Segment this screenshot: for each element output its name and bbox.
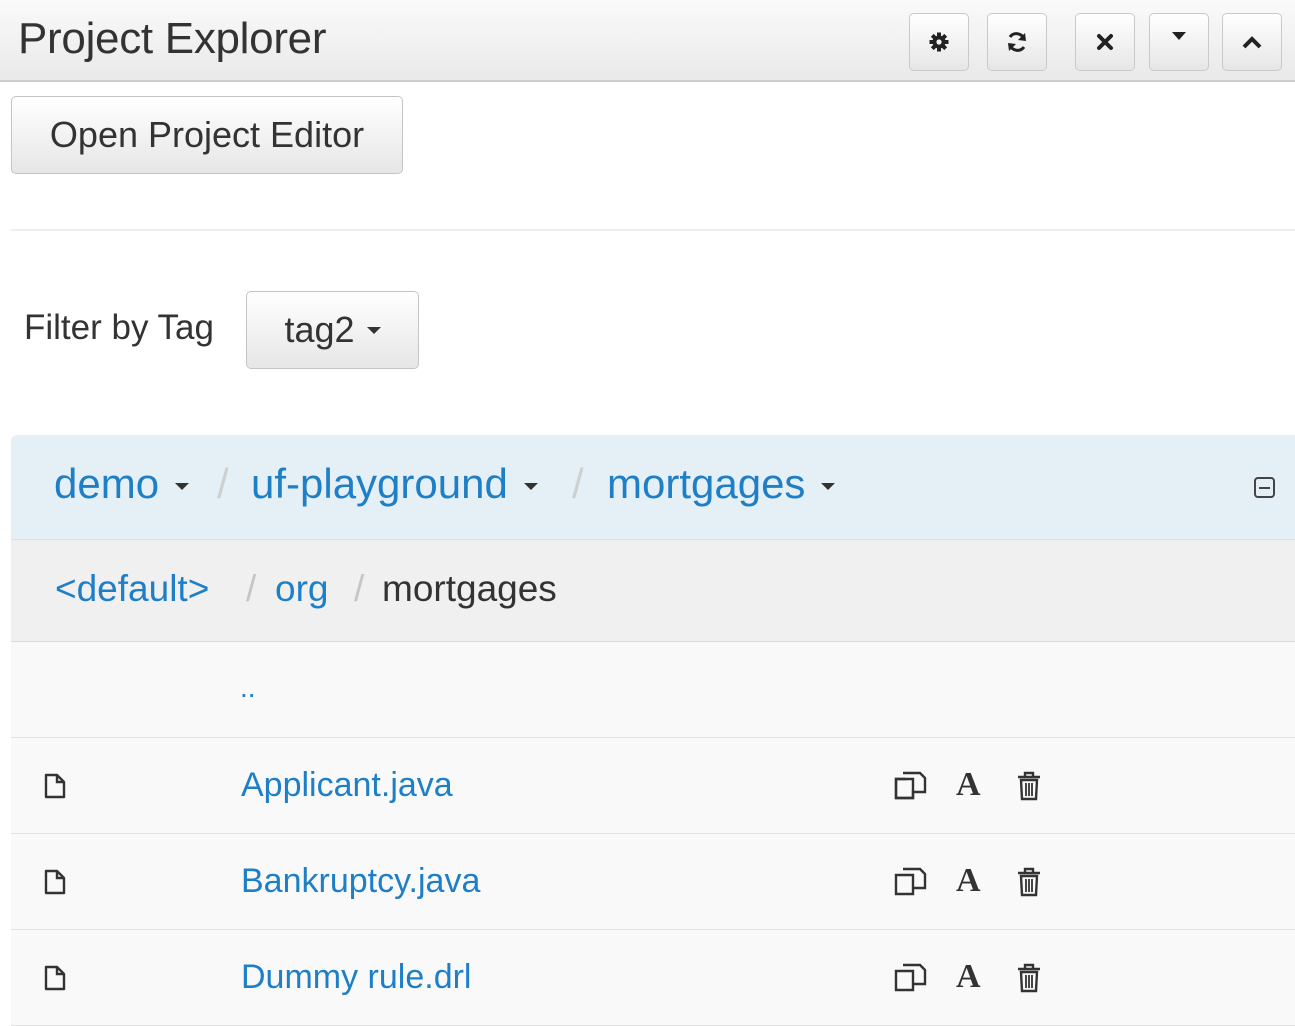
collapse-panel-button[interactable] (1222, 13, 1282, 71)
path-separator: / (246, 568, 257, 609)
close-button[interactable] (1075, 13, 1135, 71)
copy-icon[interactable] (893, 866, 929, 898)
dropdown-button[interactable] (1149, 13, 1209, 71)
copy-icon[interactable] (893, 770, 929, 802)
parent-folder-link[interactable]: .. (240, 672, 256, 704)
open-project-editor-button[interactable]: Open Project Editor (11, 96, 403, 174)
trash-icon[interactable] (1016, 962, 1042, 994)
file-icon (44, 773, 66, 799)
file-icon (44, 965, 66, 991)
tag-filter-dropdown[interactable]: tag2 (246, 291, 419, 369)
caret-down-icon (1171, 31, 1187, 41)
path-item-default[interactable]: <default> (55, 568, 209, 610)
caret-down-icon (366, 326, 381, 334)
caret-down-icon (523, 483, 538, 491)
collapse-icon[interactable] (1254, 477, 1275, 498)
file-link[interactable]: Bankruptcy.java (241, 862, 480, 901)
path-item-org[interactable]: org (275, 568, 328, 610)
divider (11, 229, 1295, 231)
file-link[interactable]: Applicant.java (241, 766, 453, 805)
caret-down-icon (821, 483, 836, 491)
trash-icon[interactable] (1016, 770, 1042, 802)
breadcrumb-organization[interactable]: demo (54, 460, 190, 508)
rename-icon[interactable]: A (956, 862, 981, 900)
trash-icon[interactable] (1016, 866, 1042, 898)
rename-icon[interactable]: A (956, 766, 981, 804)
refresh-icon (1005, 31, 1029, 53)
caret-down-icon (175, 483, 190, 491)
breadcrumb-project[interactable]: mortgages (607, 460, 836, 508)
tag-filter-value: tag2 (284, 309, 355, 350)
copy-icon[interactable] (893, 962, 929, 994)
panel-title: Project Explorer (18, 14, 327, 63)
gear-icon (928, 31, 950, 53)
rename-icon[interactable]: A (956, 958, 981, 996)
breadcrumb-separator: / (217, 460, 229, 507)
list-item-parent (11, 642, 1295, 738)
file-icon (44, 869, 66, 895)
filter-label: Filter by Tag (24, 308, 214, 347)
panel-header: Project Explorer (0, 0, 1295, 82)
breadcrumb-repository[interactable]: uf-playground (251, 460, 538, 508)
close-icon (1096, 33, 1114, 51)
table-row (11, 738, 1295, 834)
refresh-button[interactable] (987, 13, 1047, 71)
path-separator: / (354, 568, 365, 609)
table-row (11, 834, 1295, 930)
settings-button[interactable] (909, 13, 969, 71)
file-link[interactable]: Dummy rule.drl (241, 958, 471, 997)
breadcrumb-separator: / (572, 460, 584, 507)
table-row (11, 930, 1295, 1026)
path-item-current: mortgages (382, 568, 557, 609)
chevron-up-icon (1242, 35, 1262, 49)
